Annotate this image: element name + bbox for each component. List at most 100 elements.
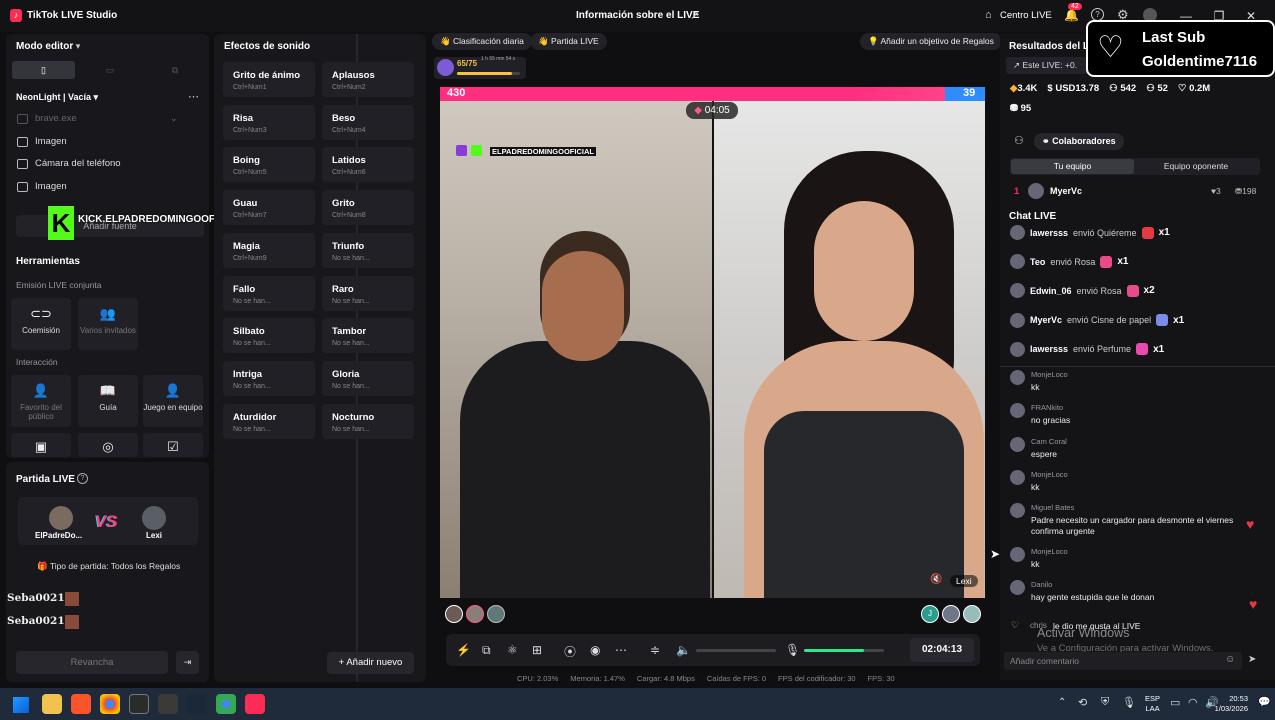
microphone-icon[interactable]: 🎙 [785, 643, 800, 657]
user-add-icon[interactable]: ⚇ [1014, 134, 1024, 147]
multi-mode-button[interactable]: ⧉ [145, 61, 205, 79]
guia-button[interactable]: 📖 Guía [78, 375, 138, 427]
shield-icon[interactable]: ⛨ [1101, 696, 1109, 709]
centro-live-button[interactable]: Centro LIVE [1000, 10, 1052, 21]
sound-effect-button[interactable]: Grito Ctrl+Num8 [322, 190, 414, 226]
revancha-button[interactable]: Revancha [16, 651, 168, 674]
sound-effect-button[interactable]: Magia Ctrl+Num9 [223, 232, 315, 268]
favorito-button[interactable]: 👤 Favorito del público [11, 375, 71, 427]
tab-equipo-oponente[interactable]: Equipo oponente [1136, 159, 1256, 174]
varios-invitados-button[interactable]: 👥 Varios invitados [78, 298, 138, 350]
sound-effect-button[interactable]: Intriga No se han... [223, 360, 315, 396]
juego-equipo-button[interactable]: 👤 Juego en equipo [143, 375, 203, 427]
microphone-icon[interactable]: 🎙 [1122, 696, 1136, 709]
emoji-icon[interactable]: ☺ [1225, 654, 1235, 665]
home-icon[interactable]: ⌂ [985, 9, 992, 21]
network-icon[interactable]: ⟲ [1078, 696, 1087, 709]
avatar[interactable] [942, 605, 960, 623]
more-icon[interactable]: ⋯ [615, 643, 627, 657]
steam-icon[interactable] [187, 694, 207, 714]
language-indicator[interactable]: ESP LAA [1145, 694, 1160, 714]
tool-button[interactable]: ☑ [143, 433, 203, 457]
tiktok-icon[interactable] [245, 694, 265, 714]
coemision-button[interactable]: ⊂⊃ Coemisión [11, 298, 71, 350]
file-explorer-icon[interactable] [42, 694, 62, 714]
avatar[interactable] [445, 605, 463, 623]
sound-effect-button[interactable]: Raro No se han... [322, 275, 414, 311]
hand-icon: 👋 [538, 36, 549, 46]
source-item[interactable]: Cámara del teléfono [17, 158, 121, 169]
more-icon[interactable]: ⋯ [188, 90, 199, 103]
add-sound-button[interactable]: + Añadir nuevo [327, 652, 414, 674]
sound-effect-button[interactable]: Tambor No se han... [322, 318, 414, 354]
source-item[interactable]: Imagen [17, 181, 67, 192]
info-icon[interactable]: ? [77, 473, 88, 484]
chrome-icon[interactable] [100, 694, 120, 714]
sound-effect-button[interactable]: Grito de ánimo Ctrl+Num1 [223, 62, 315, 97]
avatar [1010, 403, 1025, 418]
sound-effect-button[interactable]: Aplausos Ctrl+Num2 [322, 62, 414, 97]
sound-effect-button[interactable]: Latidos Ctrl+Num6 [322, 147, 414, 183]
clock[interactable]: 20:53 1/03/2026 [1208, 694, 1248, 714]
sound-effect-button[interactable]: Triunfo No se han... [322, 232, 414, 268]
avatar[interactable] [963, 605, 981, 623]
effects-icon[interactable]: ⚛ [507, 643, 518, 657]
sound-effect-button[interactable]: Fallo No se han... [223, 275, 315, 311]
sound-effect-button[interactable]: Aturdidor No se han... [223, 403, 315, 439]
scene-selector[interactable]: NeonLight | Vacía ▾ [16, 92, 98, 103]
avatar[interactable] [487, 605, 505, 623]
sound-shortcut: Ctrl+Num3 [233, 126, 267, 134]
mute-icon[interactable]: 🔇 [930, 574, 942, 585]
este-live-button[interactable]: ↗ Este LIVE: +0. [1006, 57, 1091, 74]
comment-placeholder[interactable]: Añadir comentario [1010, 656, 1079, 666]
source-item[interactable]: brave.exe [17, 113, 77, 124]
tool-button[interactable]: ◎ [78, 433, 138, 457]
chrome-icon[interactable] [216, 694, 236, 714]
mic-level-fill [804, 649, 864, 652]
objetivo-regalos-button[interactable]: 💡 Añadir un objetivo de Regalos [860, 33, 1002, 50]
live-info-title[interactable]: Información sobre el LIVE [576, 10, 699, 21]
sound-effect-button[interactable]: Beso Ctrl+Num4 [322, 104, 414, 140]
avatar[interactable] [466, 605, 484, 623]
speaker-icon[interactable]: 🔈 [676, 643, 691, 657]
sound-effect-button[interactable]: Gloria No se han... [322, 360, 414, 396]
modo-editor-dropdown[interactable]: Modo editor ▾ [16, 41, 80, 52]
notifications-icon[interactable]: 💬 [1258, 697, 1270, 708]
colaboradores-button[interactable]: ⚭ Colaboradores [1034, 133, 1124, 150]
brave-icon[interactable] [71, 694, 91, 714]
sound-effect-button[interactable]: Risa Ctrl+Num3 [223, 104, 315, 140]
screen-icon[interactable]: ⧉ [482, 643, 491, 658]
exit-icon[interactable]: ⇥ [176, 651, 199, 674]
stats-row: ◆3.4K $ USD13.78 ⚇ 542 ⚇ 52 ♡ 0.2M [1010, 83, 1210, 94]
display-icon[interactable]: ▭ [1170, 696, 1180, 709]
send-icon[interactable]: ➤ [1248, 654, 1256, 665]
magic-icon[interactable]: ⚡ [456, 643, 471, 657]
capture-icon[interactable]: ◉ [590, 643, 600, 657]
avatar[interactable]: J [921, 605, 939, 623]
partida-live-button[interactable]: 👋 Partida LIVE [530, 33, 607, 50]
speaker-volume-slider[interactable] [696, 649, 776, 652]
add-screen-icon[interactable]: ⊞ [532, 643, 542, 657]
chevron-down-icon[interactable]: ⌄ [170, 113, 178, 124]
wifi-icon[interactable]: ◠ [1188, 696, 1198, 709]
chevron-up-icon[interactable]: ⌃ [1058, 697, 1066, 708]
sound-effect-button[interactable]: Boing Ctrl+Num5 [223, 147, 315, 183]
gift-icon: 🎁 [37, 561, 48, 571]
bell-icon[interactable]: 🔔 [1064, 8, 1079, 22]
share-icon[interactable]: ↗ [690, 9, 699, 22]
mic-volume-slider[interactable] [804, 649, 884, 652]
windows-start-icon[interactable] [13, 697, 29, 713]
sound-effect-button[interactable]: Nocturno No se han... [322, 403, 414, 439]
clasificacion-button[interactable]: 👋 Clasificación diaria [432, 33, 532, 50]
source-item[interactable]: Imagen [17, 136, 67, 147]
sound-effect-button[interactable]: Guau Ctrl+Num7 [223, 190, 315, 226]
sliders-icon[interactable]: ≑ [650, 643, 660, 657]
app-icon[interactable] [129, 694, 149, 714]
store-icon[interactable] [158, 694, 178, 714]
tab-tu-equipo[interactable]: Tu equipo [1011, 159, 1134, 174]
sound-effect-button[interactable]: Silbato No se han... [223, 318, 315, 354]
tool-button[interactable]: ▣ [11, 433, 71, 457]
portrait-mode-button[interactable]: ▯ [12, 61, 75, 79]
record-icon[interactable]: ⦿ [564, 643, 576, 660]
landscape-mode-button[interactable]: ▭ [80, 61, 140, 79]
